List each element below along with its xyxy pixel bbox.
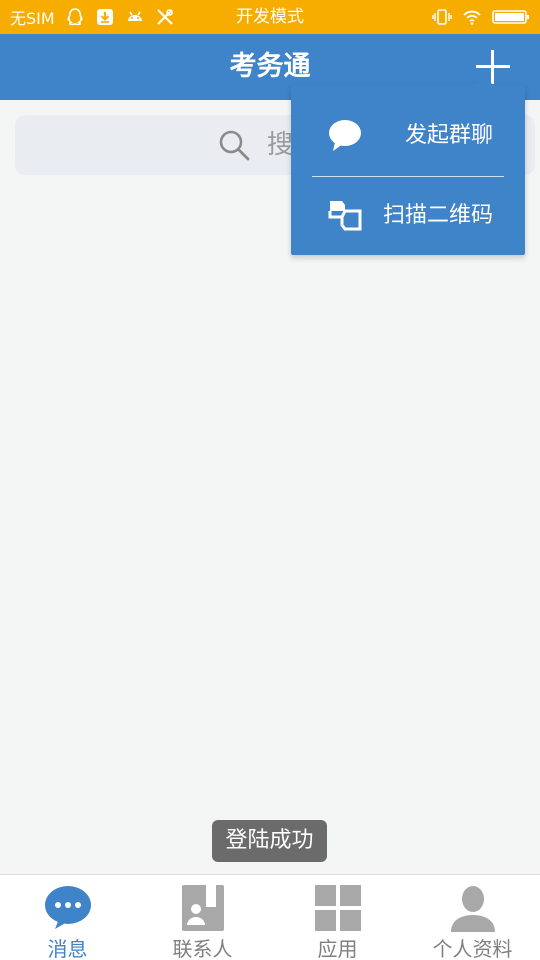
menu-item-label: 发起群聊 — [404, 123, 493, 148]
tab-contacts[interactable]: 联系人 — [135, 875, 270, 960]
tab-apps[interactable]: 应用 — [270, 875, 405, 960]
search-placeholder: 搜 — [267, 130, 294, 160]
tab-label: 个人资料 — [432, 937, 513, 960]
apps-grid-icon — [315, 885, 361, 931]
bottom-nav: 消息 联系人 应用 个人资料 — [0, 874, 540, 960]
status-bar: 无SIM 开发模式 — [0, 0, 540, 34]
vibrate-icon — [432, 9, 452, 25]
profile-icon — [451, 886, 495, 932]
search-icon — [219, 130, 250, 161]
status-right — [432, 0, 530, 34]
wifi-icon — [463, 10, 481, 25]
toast-message: 登陆成功 — [212, 820, 327, 862]
battery-icon — [492, 10, 529, 24]
tab-profile[interactable]: 个人资料 — [405, 875, 540, 960]
qr-scan-icon — [328, 201, 362, 231]
contacts-icon — [182, 885, 224, 931]
tab-label: 应用 — [317, 937, 358, 960]
menu-item-label: 扫描二维码 — [382, 203, 493, 228]
message-icon — [45, 886, 91, 929]
chat-bubble-icon — [329, 120, 361, 151]
tab-messages[interactable]: 消息 — [0, 875, 135, 960]
add-menu: 发起群聊 扫描二维码 — [291, 76, 525, 256]
menu-item-group-chat[interactable]: 发起群聊 — [291, 96, 525, 176]
menu-arrow — [475, 76, 493, 85]
tab-label: 联系人 — [172, 937, 233, 960]
tab-label: 消息 — [47, 937, 88, 960]
menu-item-scan-qr[interactable]: 扫描二维码 — [291, 176, 525, 256]
